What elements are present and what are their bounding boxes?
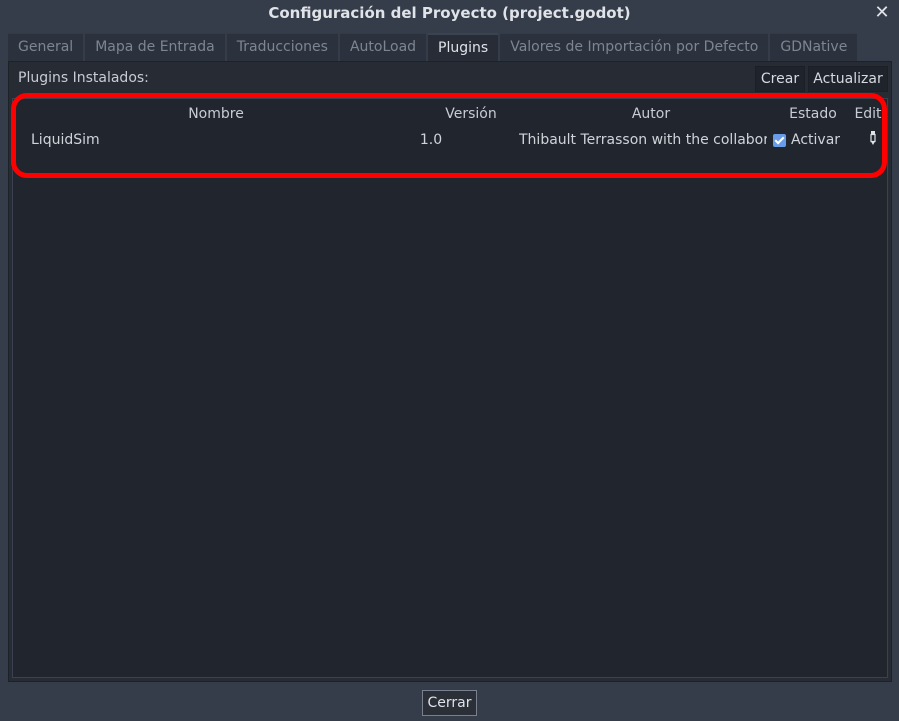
edit-pencil-icon[interactable] — [869, 131, 881, 149]
tree-header: Nombre Versión Autor Estado Edit — [21, 102, 881, 126]
column-header-author[interactable]: Autor — [531, 106, 771, 122]
checkbox-checked-icon[interactable] — [773, 133, 786, 147]
tab-general[interactable]: General — [8, 33, 84, 61]
window-title: Configuración del Proyecto (project.godo… — [268, 4, 631, 22]
plugin-version: 1.0 — [419, 132, 443, 148]
create-button[interactable]: Crear — [755, 66, 805, 92]
installed-plugins-label: Plugins Instalados: — [18, 70, 149, 86]
tab-input-map[interactable]: Mapa de Entrada — [85, 33, 225, 61]
plugins-panel: Plugins Instalados: Crear Actualizar Nom… — [8, 61, 892, 682]
plugin-state-label: Activar — [791, 132, 841, 148]
tab-import-defaults[interactable]: Valores de Importación por Defecto — [500, 33, 769, 61]
tab-plugins[interactable]: Plugins — [428, 33, 499, 61]
column-header-state[interactable]: Estado — [775, 106, 851, 122]
tab-gdnative[interactable]: GDNative — [770, 33, 858, 61]
close-button[interactable]: Cerrar — [422, 690, 477, 716]
plugin-author: Thibault Terrasson with the collabor — [519, 132, 767, 148]
plugins-tree[interactable]: Nombre Versión Autor Estado Edit LiquidS… — [12, 98, 888, 678]
column-header-edit[interactable]: Edit — [853, 106, 883, 122]
tab-autoload[interactable]: AutoLoad — [339, 33, 427, 61]
column-header-version[interactable]: Versión — [411, 106, 531, 122]
title-bar: Configuración del Proyecto (project.godo… — [0, 0, 899, 28]
column-header-name[interactable]: Nombre — [21, 106, 411, 122]
plugin-name: LiquidSim — [31, 132, 100, 148]
table-row[interactable]: LiquidSim 1.0 Thibault Terrasson with th… — [21, 128, 879, 152]
plugin-state-toggle[interactable]: Activar — [773, 132, 853, 148]
update-button[interactable]: Actualizar — [808, 66, 888, 92]
tab-bar: General Mapa de Entrada Traducciones Aut… — [8, 33, 859, 61]
tab-translations[interactable]: Traducciones — [226, 33, 338, 61]
close-icon[interactable]: ✕ — [873, 2, 891, 24]
